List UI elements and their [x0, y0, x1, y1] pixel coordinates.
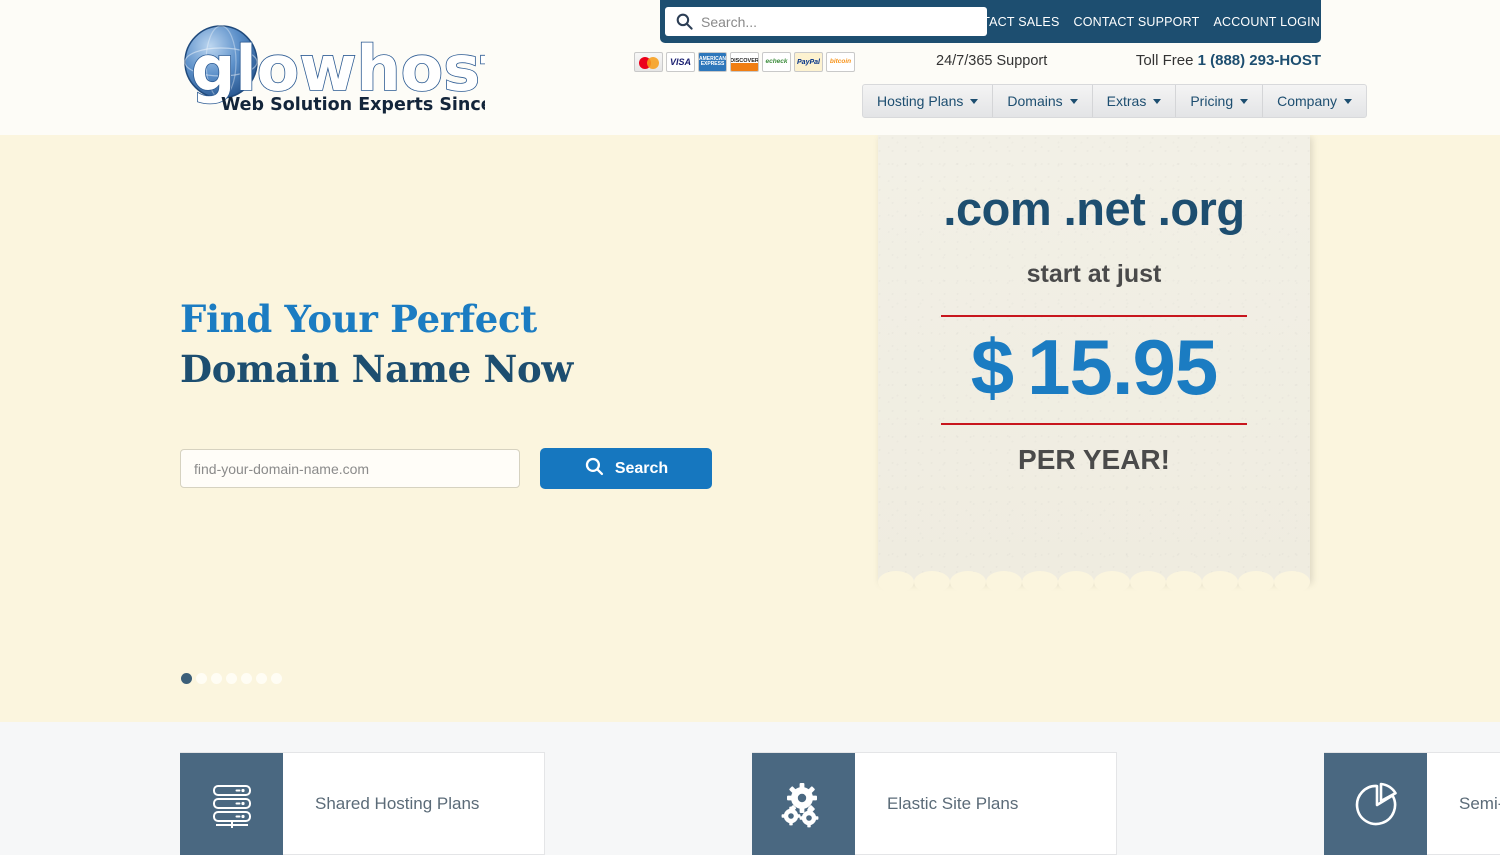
nav-item-domains[interactable]: Domains: [993, 85, 1093, 117]
plan-card-label: Elastic Site Plans: [887, 793, 1019, 813]
site-header: glowhost Web Solution Experts Since 2002…: [0, 0, 1500, 135]
price-card-tlds: .com .net .org: [943, 182, 1245, 235]
utility-links: CONTACT SALES CONTACT SUPPORT ACCOUNT LO…: [954, 0, 1321, 43]
price-card-amount: $15.95: [908, 326, 1280, 409]
plan-shortcuts-section: Shared Hosting Plans Elastic Site Plans …: [0, 722, 1500, 855]
carousel-dot-5[interactable]: [241, 673, 252, 684]
nav-label: Hosting Plans: [877, 93, 964, 109]
chevron-down-icon: [1344, 98, 1353, 104]
price-card-subtitle: start at just: [1026, 260, 1162, 288]
plan-card-elastic-site[interactable]: Elastic Site Plans: [752, 752, 1117, 855]
main-navigation: Hosting Plans Domains Extras Pricing Com…: [862, 84, 1368, 118]
price-value: 15.95: [1027, 323, 1218, 411]
toll-free-number: 1 (888) 293-HOST: [1197, 52, 1321, 69]
server-stack-icon: [180, 753, 283, 855]
nav-item-pricing[interactable]: Pricing: [1176, 85, 1264, 117]
nav-label: Extras: [1106, 93, 1147, 109]
carousel-pagination: [181, 673, 282, 684]
paypal-icon: PayPal: [794, 52, 823, 72]
plan-card-label: Shared Hosting Plans: [315, 793, 480, 813]
pie-chart-icon: [1324, 753, 1427, 855]
carousel-dot-1[interactable]: [181, 673, 192, 684]
chevron-down-icon: [1069, 98, 1078, 104]
nav-label: Company: [1277, 93, 1338, 109]
headline-line-2: Domain Name Now: [180, 347, 573, 391]
search-icon: [584, 456, 605, 482]
domain-search-button[interactable]: Search: [540, 448, 712, 489]
logo-tagline: Web Solution Experts Since 2002: [221, 95, 485, 114]
gears-icon: [752, 753, 855, 855]
headline-line-1: Find Your Perfect: [180, 297, 537, 341]
plan-card-semi-dedicated[interactable]: Semi-Dedicated Plans: [1324, 752, 1500, 855]
nav-item-extras[interactable]: Extras: [1093, 85, 1177, 117]
price-card-divider-top: [941, 315, 1247, 317]
carousel-dot-6[interactable]: [256, 673, 267, 684]
chevron-down-icon: [970, 98, 979, 104]
ticket-scalloped-edge: [878, 571, 1310, 593]
nav-item-company[interactable]: Company: [1263, 85, 1366, 117]
nav-label: Domains: [1007, 93, 1063, 109]
carousel-dot-7[interactable]: [271, 673, 282, 684]
support-hours-text: 24/7/365 Support: [936, 53, 1048, 69]
search-input[interactable]: [697, 9, 967, 34]
nav-item-hosting-plans[interactable]: Hosting Plans: [863, 85, 994, 117]
nav-label: Pricing: [1190, 93, 1234, 109]
search-box[interactable]: [665, 7, 987, 36]
hero-banner: Find Your Perfect Domain Name Now Search…: [0, 135, 1500, 722]
search-icon: [671, 9, 697, 35]
contact-support-link[interactable]: CONTACT SUPPORT: [1074, 15, 1200, 29]
carousel-dot-4[interactable]: [226, 673, 237, 684]
domain-search-form: Search: [180, 448, 712, 489]
chevron-down-icon: [1153, 98, 1162, 104]
hero-headline: Find Your Perfect Domain Name Now: [180, 294, 573, 394]
account-login-link[interactable]: ACCOUNT LOGIN: [1213, 15, 1320, 29]
chevron-down-icon: [1240, 98, 1249, 104]
amex-icon: AMERICAN EXPRESS: [698, 52, 727, 72]
domain-search-input[interactable]: [180, 449, 520, 488]
payment-methods: VISA AMERICAN EXPRESS DISCOVER echeck Pa…: [634, 52, 855, 72]
search-button-label: Search: [614, 459, 669, 477]
top-utility-bar: CONTACT SALES CONTACT SUPPORT ACCOUNT LO…: [660, 0, 1321, 43]
plan-card-list: Shared Hosting Plans Elastic Site Plans …: [180, 752, 1500, 855]
plan-card-shared-hosting[interactable]: Shared Hosting Plans: [180, 752, 545, 855]
discover-icon: DISCOVER: [730, 52, 759, 72]
carousel-dot-2[interactable]: [196, 673, 207, 684]
mastercard-icon: [634, 52, 663, 72]
toll-free-label: Toll Free: [1135, 52, 1198, 69]
visa-icon: VISA: [666, 52, 695, 72]
currency-symbol: $: [970, 323, 1014, 411]
domain-price-card: .com .net .org start at just $15.95 PER …: [878, 135, 1310, 593]
plan-card-label: Semi-Dedicated Plans: [1459, 793, 1500, 813]
site-logo[interactable]: glowhost Web Solution Experts Since 2002: [179, 22, 485, 114]
bitcoin-icon: bitcoin: [826, 52, 855, 72]
price-card-divider-bottom: [941, 422, 1247, 425]
toll-free-phone[interactable]: Toll Free 1 (888) 293-HOST: [1136, 52, 1321, 69]
echeck-icon: echeck: [762, 52, 791, 72]
carousel-dot-3[interactable]: [211, 673, 222, 684]
contact-sales-link[interactable]: CONTACT SALES: [954, 15, 1060, 29]
price-card-period: PER YEAR!: [1018, 443, 1170, 475]
